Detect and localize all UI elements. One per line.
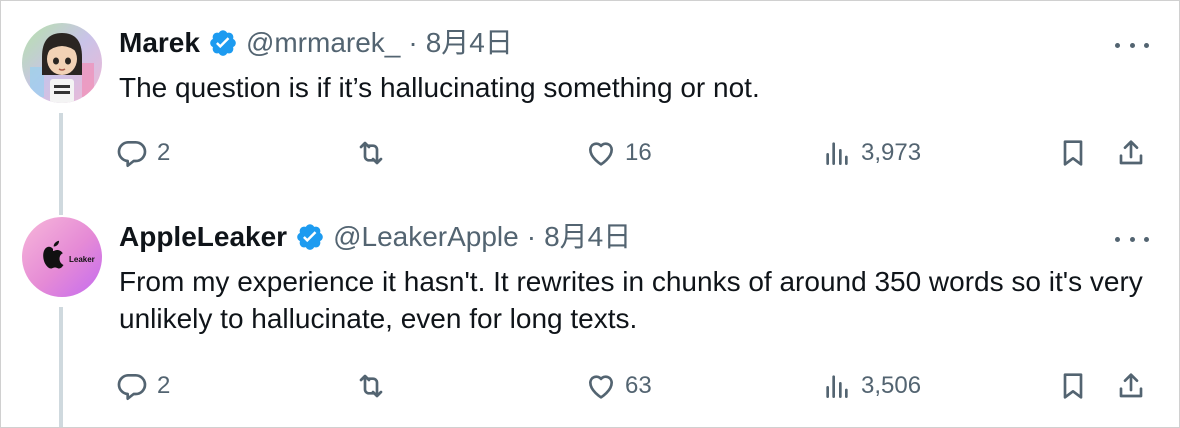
tweet-actions: 2 16 3,973	[1, 133, 1179, 173]
views-icon	[826, 375, 848, 398]
tweet[interactable]: Leaker AppleLeaker @LeakerApple · 8月4日 F…	[1, 215, 1179, 427]
separator-dot: ·	[526, 221, 537, 252]
like-count: 16	[625, 139, 652, 166]
tweet-header: Marek @mrmarek_ · 8月4日	[119, 25, 513, 61]
share-icon	[1119, 373, 1143, 398]
avatar[interactable]	[22, 23, 102, 103]
verified-badge-icon	[210, 30, 236, 56]
tweet-date[interactable]: 8月4日	[544, 219, 631, 255]
reply-button[interactable]: 2	[117, 366, 170, 406]
bookmark-icon	[1063, 140, 1083, 166]
tweet-thread: Marek @mrmarek_ · 8月4日 The question is i…	[0, 0, 1180, 428]
author-handle[interactable]: @LeakerApple	[333, 219, 519, 255]
like-count: 63	[625, 372, 652, 399]
share-icon	[1119, 140, 1143, 165]
author-name[interactable]: AppleLeaker	[119, 219, 287, 255]
verified-badge-icon	[297, 224, 323, 250]
more-icon[interactable]	[1115, 35, 1149, 55]
tweet-text: The question is if it’s hallucinating so…	[119, 72, 760, 103]
views-count: 3,973	[861, 139, 922, 166]
separator-dot: ·	[408, 27, 418, 58]
like-icon	[589, 375, 613, 399]
avatar[interactable]: Leaker	[22, 217, 102, 297]
more-icon[interactable]	[1115, 229, 1149, 249]
like-icon	[589, 142, 613, 166]
author-name[interactable]: Marek	[119, 25, 200, 61]
bookmark-button[interactable]	[1057, 133, 1089, 173]
retweet-button[interactable]	[355, 366, 395, 406]
bookmark-button[interactable]	[1057, 366, 1089, 406]
reply-button[interactable]: 2	[117, 133, 170, 173]
tweet-date[interactable]: 8月4日	[426, 25, 513, 61]
reply-icon	[117, 141, 147, 167]
retweet-button[interactable]	[355, 133, 395, 173]
retweet-icon	[359, 141, 383, 165]
tweet-text: From my experience it hasn't. It rewrite…	[119, 266, 1143, 334]
like-button[interactable]: 16	[585, 133, 652, 173]
reply-count: 2	[157, 139, 171, 166]
like-button[interactable]: 63	[585, 366, 652, 406]
reply-icon	[117, 374, 147, 400]
share-button[interactable]	[1115, 366, 1147, 406]
tweet-actions: 2 63 3,506	[1, 366, 1179, 406]
share-button[interactable]	[1115, 133, 1147, 173]
reply-count: 2	[157, 372, 171, 399]
views-button[interactable]: 3,973	[821, 133, 921, 173]
avatar-logo-text: Leaker	[69, 255, 95, 264]
views-button[interactable]: 3,506	[821, 366, 921, 406]
tweet-header: AppleLeaker @LeakerApple · 8月4日	[119, 219, 631, 255]
retweet-icon	[359, 374, 383, 398]
views-icon	[826, 142, 848, 165]
tweet[interactable]: Marek @mrmarek_ · 8月4日 The question is i…	[1, 1, 1179, 215]
author-handle[interactable]: @mrmarek_	[246, 25, 400, 61]
views-count: 3,506	[861, 372, 922, 399]
bookmark-icon	[1063, 373, 1083, 399]
